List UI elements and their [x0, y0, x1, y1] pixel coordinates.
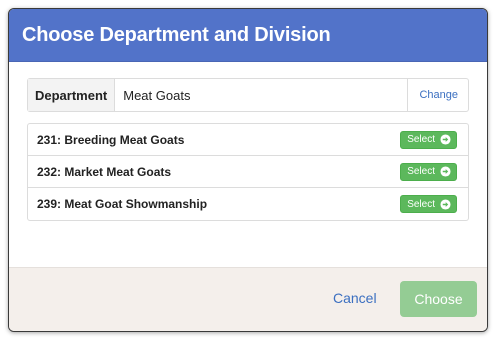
division-item: 231: Breeding Meat Goats Select	[28, 124, 468, 156]
department-row: Department Meat Goats Change	[27, 78, 469, 112]
circle-arrow-right-icon	[440, 134, 451, 145]
select-division-button[interactable]: Select	[400, 130, 457, 149]
change-department-link[interactable]: Change	[407, 79, 468, 111]
department-value: Meat Goats	[123, 87, 191, 103]
modal-header: Choose Department and Division	[9, 9, 487, 62]
division-label: 232: Market Meat Goats	[37, 164, 172, 179]
choose-department-modal: Choose Department and Division Departmen…	[8, 8, 488, 332]
division-list: 231: Breeding Meat Goats Select 232: Mar…	[27, 123, 469, 221]
select-button-label: Select	[407, 134, 435, 145]
select-button-label: Select	[407, 198, 435, 210]
cancel-button[interactable]: Cancel	[333, 290, 377, 306]
circle-arrow-right-icon	[440, 198, 451, 210]
division-item: 232: Market Meat Goats Select	[28, 156, 468, 188]
choose-button[interactable]: Choose	[400, 281, 477, 317]
modal-footer: Cancel Choose	[9, 267, 487, 331]
circle-arrow-right-icon	[440, 166, 451, 177]
division-label: 239: Meat Goat Showmanship	[37, 197, 208, 211]
modal-title: Choose Department and Division	[22, 23, 331, 46]
select-division-button[interactable]: Select	[400, 195, 457, 213]
division-item: 239: Meat Goat Showmanship Select	[28, 188, 468, 220]
modal-body: Department Meat Goats Change 231: Breedi…	[9, 62, 487, 267]
select-division-button[interactable]: Select	[400, 162, 457, 181]
select-button-label: Select	[407, 166, 435, 177]
department-label: Department	[28, 79, 116, 111]
division-label: 231: Breeding Meat Goats	[37, 132, 185, 147]
